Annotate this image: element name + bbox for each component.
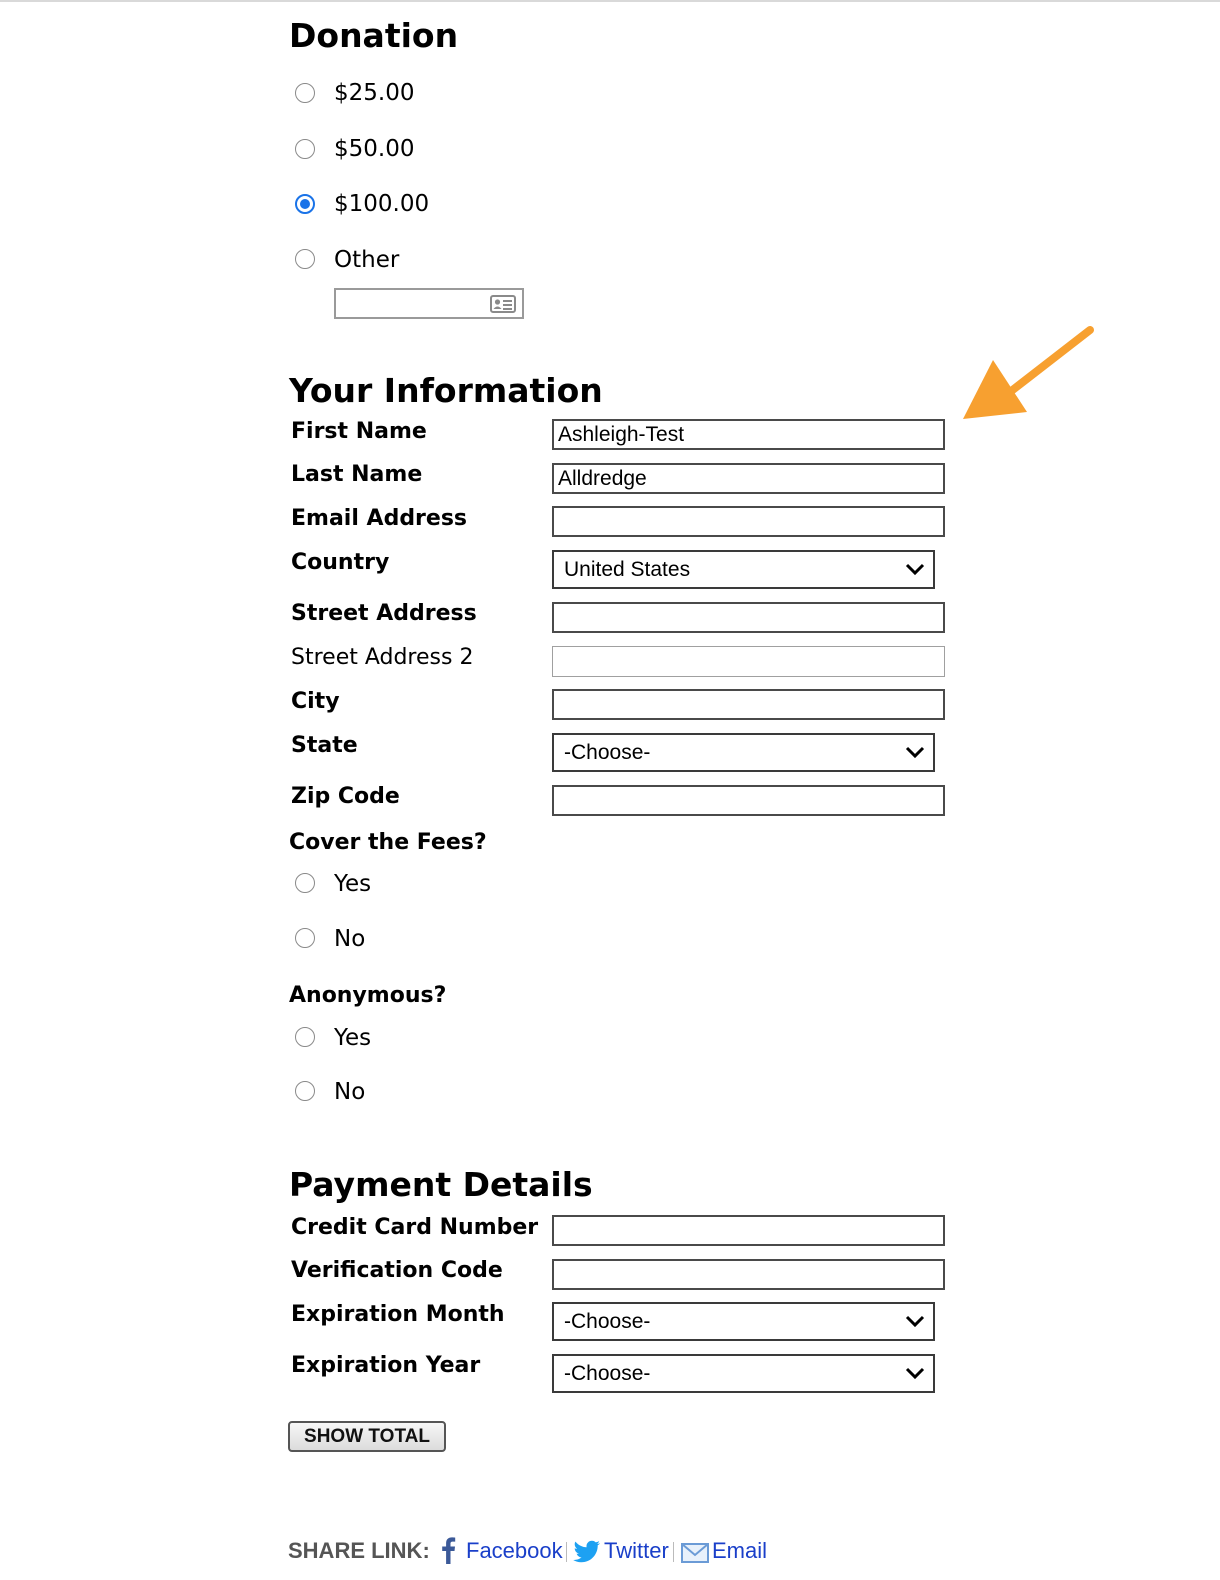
state-label: State xyxy=(291,733,358,758)
anonymous-no-radio[interactable] xyxy=(295,1081,315,1101)
donation-option-label: Other xyxy=(334,247,400,273)
contact-card-icon xyxy=(490,295,516,313)
donation-option-label: $25.00 xyxy=(334,80,415,106)
donation-option-label: $50.00 xyxy=(334,136,415,162)
top-divider xyxy=(0,0,1220,2)
cover-fees-yes-radio[interactable] xyxy=(295,873,315,893)
twitter-link[interactable]: Twitter xyxy=(604,1538,669,1564)
cover-fees-no-label: No xyxy=(334,926,366,952)
cover-fees-no-radio[interactable] xyxy=(295,928,315,948)
expiration-month-selected-value: -Choose- xyxy=(564,1310,651,1333)
email-input[interactable] xyxy=(552,506,945,537)
city-label: City xyxy=(291,689,340,714)
anonymous-no-label: No xyxy=(334,1079,366,1105)
street-address-label: Street Address xyxy=(291,601,477,626)
chevron-down-icon xyxy=(905,1367,925,1380)
email-label: Email Address xyxy=(291,506,468,531)
share-separator xyxy=(673,1542,674,1562)
chevron-down-icon xyxy=(905,563,925,576)
donation-radio-100[interactable] xyxy=(295,194,315,214)
donation-heading: Donation xyxy=(289,16,459,55)
country-label: Country xyxy=(291,550,390,575)
show-total-button[interactable]: SHOW TOTAL xyxy=(288,1421,446,1452)
donation-radio-25[interactable] xyxy=(295,83,315,103)
chevron-down-icon xyxy=(905,1315,925,1328)
anonymous-yes-label: Yes xyxy=(334,1025,372,1051)
expiration-year-select[interactable]: -Choose- xyxy=(552,1354,935,1393)
facebook-link[interactable]: Facebook xyxy=(466,1538,563,1564)
payment-details-heading: Payment Details xyxy=(289,1165,593,1204)
facebook-icon[interactable] xyxy=(440,1536,456,1564)
arrow-annotation-icon xyxy=(963,326,1094,419)
twitter-icon[interactable] xyxy=(573,1540,601,1563)
credit-card-number-label: Credit Card Number xyxy=(291,1215,539,1240)
expiration-year-label: Expiration Year xyxy=(291,1353,481,1378)
credit-card-number-input[interactable] xyxy=(552,1215,945,1246)
cover-fees-yes-label: Yes xyxy=(334,871,372,897)
verification-code-input[interactable] xyxy=(552,1259,945,1290)
last-name-input[interactable]: Alldredge xyxy=(552,463,945,494)
donation-radio-50[interactable] xyxy=(295,139,315,159)
other-amount-input[interactable] xyxy=(334,288,524,319)
your-information-heading: Your Information xyxy=(289,371,603,410)
zip-code-input[interactable] xyxy=(552,785,945,816)
first-name-input[interactable]: Ashleigh-Test xyxy=(552,419,945,450)
first-name-label: First Name xyxy=(291,419,427,444)
last-name-label: Last Name xyxy=(291,462,423,487)
anonymous-question: Anonymous? xyxy=(289,983,447,1008)
expiration-month-select[interactable]: -Choose- xyxy=(552,1302,935,1341)
street-address-input[interactable] xyxy=(552,602,945,633)
anonymous-yes-radio[interactable] xyxy=(295,1027,315,1047)
street-address-2-label: Street Address 2 xyxy=(291,645,474,670)
email-icon[interactable] xyxy=(681,1543,709,1563)
verification-code-label: Verification Code xyxy=(291,1258,503,1283)
expiration-month-label: Expiration Month xyxy=(291,1302,505,1327)
email-link[interactable]: Email xyxy=(712,1538,767,1564)
chevron-down-icon xyxy=(905,746,925,759)
share-separator xyxy=(566,1542,567,1562)
donation-option-label: $100.00 xyxy=(334,191,430,217)
expiration-year-selected-value: -Choose- xyxy=(564,1362,651,1385)
street-address-2-input[interactable] xyxy=(552,646,945,677)
zip-code-label: Zip Code xyxy=(291,784,400,809)
state-selected-value: -Choose- xyxy=(564,741,651,764)
country-select[interactable]: United States xyxy=(552,550,935,589)
country-selected-value: United States xyxy=(564,558,691,581)
donation-radio-other[interactable] xyxy=(295,249,315,269)
city-input[interactable] xyxy=(552,689,945,720)
cover-fees-question: Cover the Fees? xyxy=(289,830,487,855)
state-select[interactable]: -Choose- xyxy=(552,733,935,772)
share-link-label: SHARE LINK: xyxy=(288,1538,430,1563)
